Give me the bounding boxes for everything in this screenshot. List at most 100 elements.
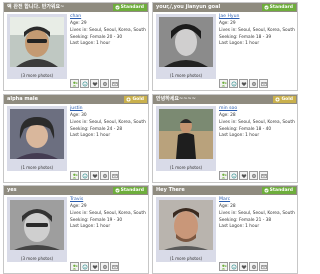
message-icon: [102, 81, 107, 86]
email-icon: [260, 264, 267, 269]
profile-name-link[interactable]: min soo: [219, 106, 297, 111]
add-contact-icon: [221, 264, 227, 269]
add-contact-icon: [72, 173, 78, 178]
photo-frame: (1 more photos): [156, 106, 216, 171]
email-button[interactable]: [259, 262, 268, 271]
flirt-icon: [82, 264, 87, 269]
favorite-button[interactable]: [90, 262, 99, 271]
profile-photo[interactable]: [159, 109, 213, 159]
flirt-button[interactable]: [229, 79, 238, 88]
badge-label: Standard: [120, 188, 144, 193]
add-contact-icon: [221, 173, 227, 178]
message-icon: [251, 173, 256, 178]
profile-photo[interactable]: [10, 109, 64, 159]
add-contact-icon: [72, 264, 78, 269]
membership-icon: [264, 5, 269, 10]
membership-badge: Standard: [112, 187, 147, 194]
profile-name-link[interactable]: Travis: [70, 197, 148, 202]
profile-photo[interactable]: [159, 200, 213, 250]
add-contact-button[interactable]: [219, 262, 228, 271]
profile-age: Age: 28: [219, 204, 236, 210]
favorite-icon: [92, 173, 97, 178]
favorite-button[interactable]: [90, 171, 99, 180]
profile-seeking: Seeking: Female 19 - 30: [70, 217, 123, 223]
flirt-button[interactable]: [229, 262, 238, 271]
favorite-button[interactable]: [239, 79, 248, 88]
profile-age: Age: 29: [219, 21, 236, 27]
badge-label: Standard: [269, 188, 293, 193]
email-button[interactable]: [259, 79, 268, 88]
profile-photo[interactable]: [159, 17, 213, 67]
add-contact-button[interactable]: [70, 262, 79, 271]
favorite-button[interactable]: [239, 171, 248, 180]
email-button[interactable]: [259, 171, 268, 180]
add-contact-button[interactable]: [70, 171, 79, 180]
favorite-icon: [241, 81, 246, 86]
message-button[interactable]: [100, 171, 109, 180]
profile-info: Marc Age: 28 Lives in: Seoul, Seoul, Kor…: [219, 197, 297, 231]
profile-photo[interactable]: [10, 17, 64, 67]
flirt-button[interactable]: [229, 171, 238, 180]
profile-card: yes Standard (3 more photos) Travis Age:…: [3, 185, 149, 274]
profile-photo[interactable]: [10, 200, 64, 250]
message-icon: [102, 173, 107, 178]
profile-card: 안녕하세요~~~~ Gold (1 more photos) min soo A…: [152, 94, 298, 183]
profile-last-logon: Last Logon: 1 hour: [70, 224, 111, 230]
membership-badge: Gold: [273, 96, 296, 103]
more-photos-link[interactable]: (1 more photos): [156, 165, 216, 170]
profile-name-link[interactable]: Jae Hyun: [219, 14, 297, 19]
profile-last-logon: Last Logon: 1 hour: [219, 224, 260, 230]
profile-card: alpha male Gold (1 more photos) justin A…: [3, 94, 149, 183]
more-photos-link[interactable]: (1 more photos): [156, 73, 216, 78]
profile-name-link[interactable]: justin: [70, 106, 148, 111]
message-icon: [251, 81, 256, 86]
favorite-button[interactable]: [239, 262, 248, 271]
email-button[interactable]: [110, 171, 119, 180]
more-photos-link[interactable]: (3 more photos): [7, 256, 67, 261]
message-button[interactable]: [249, 262, 258, 271]
message-button[interactable]: [100, 262, 109, 271]
favorite-icon: [241, 264, 246, 269]
profile-name-link[interactable]: chan: [70, 14, 148, 19]
profile-seeking: Seeking: Female 18 - 40: [219, 126, 272, 132]
message-button[interactable]: [249, 79, 258, 88]
add-contact-button[interactable]: [219, 171, 228, 180]
favorite-icon: [241, 173, 246, 178]
flirt-button[interactable]: [80, 262, 89, 271]
profile-card: Hey There Standard (1 more photos) Marc …: [152, 185, 298, 274]
message-icon: [251, 264, 256, 269]
more-photos-link[interactable]: (3 more photos): [7, 73, 67, 78]
profile-last-logon: Last Logon: 1 hour: [70, 41, 111, 47]
email-button[interactable]: [110, 262, 119, 271]
flirt-icon: [231, 264, 236, 269]
profile-seeking: Seeking: Female 21 - 38: [219, 217, 272, 223]
membership-icon: [115, 188, 120, 193]
profile-info: min soo Age: 28 Lives in: Seoul, Seoul, …: [219, 106, 297, 140]
profile-location: Lives in: Seoul, Seoul, Korea, South: [219, 27, 295, 33]
favorite-button[interactable]: [90, 79, 99, 88]
profile-location: Lives in: Seoul, Seoul, Korea, South: [219, 210, 295, 216]
profile-age: Age: 29: [70, 21, 87, 27]
profile-actions: [70, 262, 119, 271]
flirt-button[interactable]: [80, 79, 89, 88]
email-button[interactable]: [110, 79, 119, 88]
message-button[interactable]: [249, 171, 258, 180]
add-contact-button[interactable]: [219, 79, 228, 88]
email-icon: [111, 173, 118, 178]
profile-location: Lives in: Seoul, Seoul, Korea, South: [219, 119, 295, 125]
message-button[interactable]: [100, 79, 109, 88]
profile-name-link[interactable]: Marc: [219, 197, 297, 202]
add-contact-icon: [221, 81, 227, 86]
add-contact-button[interactable]: [70, 79, 79, 88]
more-photos-link[interactable]: (1 more photos): [156, 256, 216, 261]
photo-frame: (3 more photos): [7, 14, 67, 79]
flirt-button[interactable]: [80, 171, 89, 180]
favorite-icon: [92, 264, 97, 269]
more-photos-link[interactable]: (1 more photos): [7, 165, 67, 170]
profile-last-logon: Last Logon: 1 hour: [219, 41, 260, 47]
profile-age: Age: 29: [70, 204, 87, 210]
profile-actions: [219, 171, 268, 180]
badge-label: Gold: [132, 97, 144, 102]
email-icon: [260, 81, 267, 86]
profile-location: Lives in: Seoul, Seoul, Korea, South: [70, 27, 146, 33]
